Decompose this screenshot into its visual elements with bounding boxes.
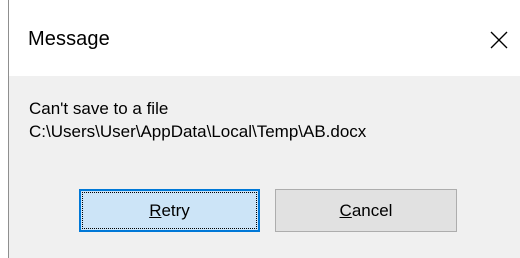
close-button[interactable]	[477, 18, 520, 62]
message-line-1: Can't save to a file	[29, 99, 169, 118]
title-bar: Message	[9, 0, 520, 76]
retry-button-label: Retry	[149, 201, 190, 221]
cancel-mnemonic: C	[339, 200, 352, 220]
retry-mnemonic: R	[149, 200, 162, 220]
retry-label-rest: etry	[161, 200, 190, 220]
message-line-2: C:\Users\User\AppData\Local\Temp\AB.docx	[29, 122, 367, 141]
message-text: Can't save to a file C:\Users\User\AppDa…	[29, 97, 366, 143]
cancel-button[interactable]: Cancel	[275, 189, 457, 232]
dialog-title: Message	[28, 28, 110, 50]
cancel-button-label: Cancel	[340, 201, 393, 221]
message-dialog: Message Can't save to a file C:\Users\Us…	[8, 0, 520, 258]
close-icon	[490, 31, 508, 49]
cancel-label-rest: ancel	[351, 200, 393, 220]
retry-button[interactable]: Retry	[79, 189, 260, 232]
